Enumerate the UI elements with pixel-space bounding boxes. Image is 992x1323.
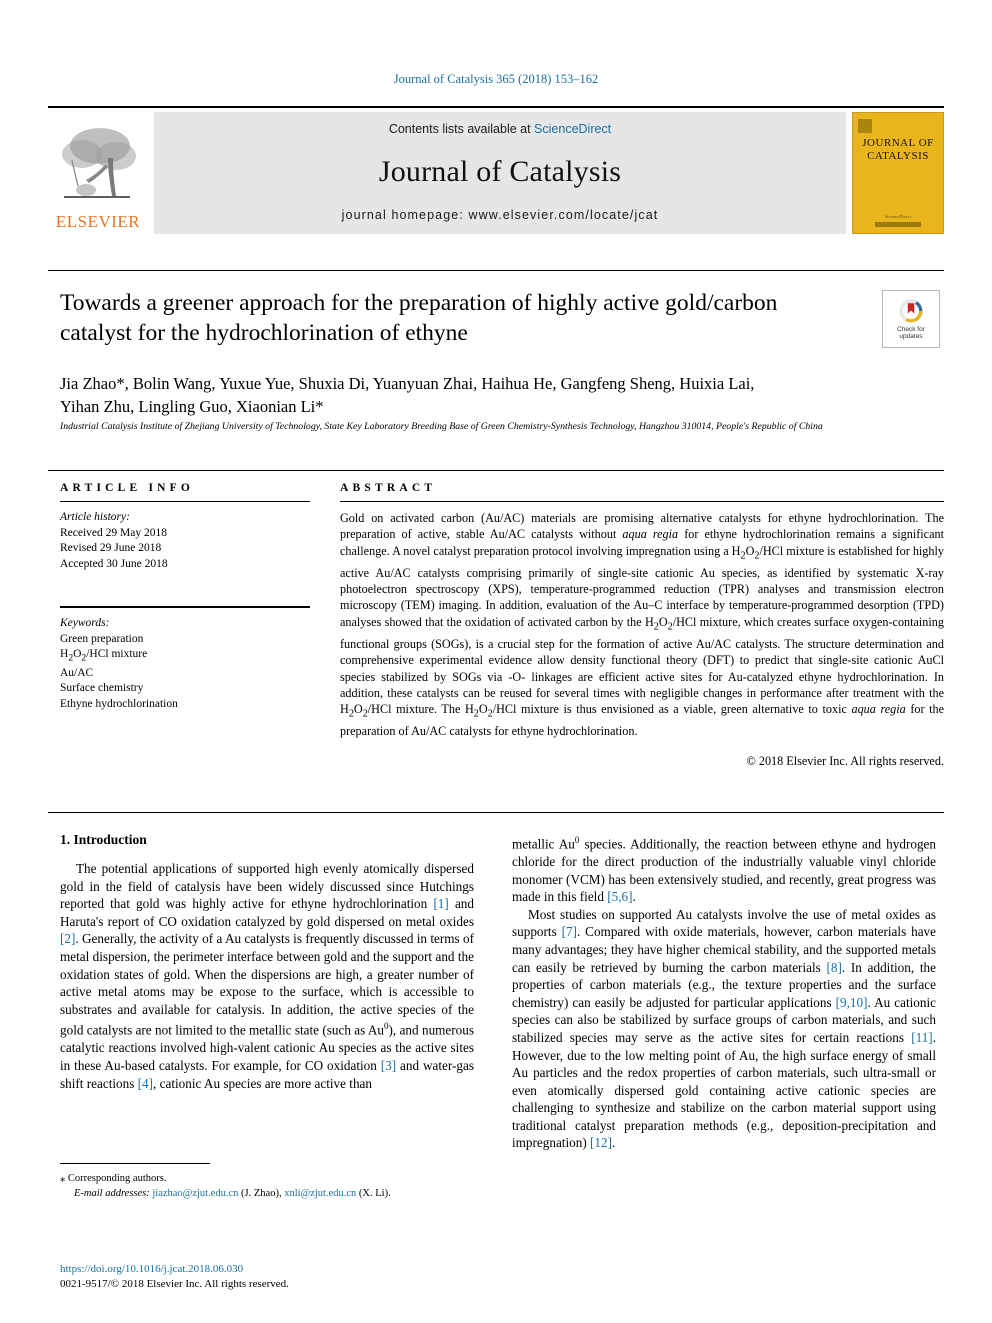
cover-title-line1: JOURNAL OF <box>862 137 934 149</box>
elsevier-wordmark: ELSEVIER <box>55 212 141 231</box>
citation-link[interactable]: [8] <box>827 960 842 975</box>
author-line-2-text: Yihan Zhu, Lingling Guo, Xiaonian Li* <box>60 397 324 416</box>
elsevier-logo: ELSEVIER <box>48 112 148 234</box>
article-history-accepted: Accepted 30 June 2018 <box>60 557 168 570</box>
citation-link[interactable]: [4] <box>138 1076 153 1091</box>
article-history-received: Received 29 May 2018 <box>60 526 167 539</box>
intro-paragraph-2: Most studies on supported Au catalysts i… <box>512 906 936 1151</box>
email-label: E-mail addresses: <box>74 1187 150 1199</box>
footnote-corresponding-authors: ⁎ Corresponding authors. E-mail addresse… <box>60 1172 474 1201</box>
footnote-divider <box>60 1163 210 1164</box>
citation-link[interactable]: [11] <box>911 1030 932 1045</box>
email-owner-2: (X. Li). <box>358 1187 391 1199</box>
keywords-label: Keywords: <box>60 617 110 629</box>
author-line-1-text: Jia Zhao*, Bolin Wang, Yuxue Yue, Shuxia… <box>60 374 755 393</box>
citation-link[interactable]: [5,6] <box>607 889 632 904</box>
article-info-rule <box>60 501 310 502</box>
crossmark-caption: Check for updates <box>897 326 925 341</box>
journal-band: Contents lists available at ScienceDirec… <box>154 112 846 234</box>
body-column-left: 1. Introduction The potential applicatio… <box>60 832 474 1092</box>
cover-title-line2: CATALYSIS <box>867 150 929 162</box>
cover-elsevier-mark-icon <box>858 119 872 133</box>
affiliation: Industrial Catalysis Institute of Zhejia… <box>60 421 823 432</box>
crossmark-badge[interactable]: Check for updates <box>882 290 940 348</box>
intro-paragraph-1-continued: metallic Au0 species. Additionally, the … <box>512 835 936 905</box>
doi-block: https://doi.org/10.1016/j.jcat.2018.06.0… <box>60 1262 480 1292</box>
journal-masthead: ELSEVIER Contents lists available at Sci… <box>48 106 944 234</box>
article-info-column: ARTICLE INFO Article history: Received 2… <box>60 482 310 712</box>
doi-link[interactable]: https://doi.org/10.1016/j.jcat.2018.06.0… <box>60 1262 480 1277</box>
body-column-right: metallic Au0 species. Additionally, the … <box>512 832 936 1152</box>
running-head: Journal of Catalysis 365 (2018) 153–162 <box>393 72 599 86</box>
footnote-line-2: E-mail addresses: jiazhao@zjut.edu.cn (J… <box>60 1187 474 1202</box>
citation-link[interactable]: [9,10] <box>836 995 868 1010</box>
keyword-item: Green preparation <box>60 632 144 645</box>
keyword-item: H2O2/HCl mixture <box>60 648 148 664</box>
page-title: Towards a greener approach for the prepa… <box>60 290 778 346</box>
cover-footer-bar <box>875 222 921 227</box>
article-history-revised: Revised 29 June 2018 <box>60 542 162 554</box>
email-link-1[interactable]: jiazhao@zjut.edu.cn <box>152 1188 238 1199</box>
issn-copyright-line: 0021-9517/© 2018 Elsevier Inc. All right… <box>60 1278 289 1290</box>
abstract-text: Gold on activated carbon (Au/AC) materia… <box>340 511 945 739</box>
citation-link[interactable]: [1] <box>433 896 448 911</box>
sciencedirect-link[interactable]: ScienceDirect <box>534 122 611 136</box>
citation-link[interactable]: [12] <box>590 1135 612 1150</box>
info-divider <box>48 470 944 471</box>
abstract-copyright: © 2018 Elsevier Inc. All rights reserved… <box>746 753 944 768</box>
email-owner-1: (J. Zhao), <box>241 1187 282 1199</box>
cover-footer-text: ScienceDirect <box>884 214 912 219</box>
keyword-item: Au/AC <box>60 666 94 679</box>
elsevier-tree-icon <box>56 120 140 212</box>
journal-cover-thumbnail: JOURNAL OF CATALYSIS ScienceDirect <box>852 112 944 234</box>
keyword-item: Ethyne hydrochlorination <box>60 697 178 710</box>
title-divider <box>48 270 944 271</box>
crossmark-caption-line1: Check for <box>897 325 925 333</box>
journal-title: Journal of Catalysis <box>378 155 622 188</box>
author-list: Jia Zhao*, Bolin Wang, Yuxue Yue, Shuxia… <box>60 372 860 418</box>
author-line-1: Jia Zhao*, Bolin Wang, Yuxue Yue, Shuxia… <box>60 372 860 395</box>
citation-link[interactable]: [3] <box>381 1058 396 1073</box>
cover-footer: ScienceDirect <box>853 214 943 227</box>
abstract-column: ABSTRACT Gold on activated carbon (Au/AC… <box>340 482 944 769</box>
contents-prefix: Contents lists available at <box>388 122 535 136</box>
journal-homepage-link[interactable]: journal homepage: www.elsevier.com/locat… <box>342 208 659 222</box>
contents-line: Contents lists available at ScienceDirec… <box>389 122 611 136</box>
crossmark-icon <box>899 299 923 322</box>
corresponding-text: Corresponding authors. <box>67 1173 167 1184</box>
intro-paragraph-1: The potential applications of supported … <box>60 861 474 1091</box>
author-line-2: Yihan Zhu, Lingling Guo, Xiaonian Li* <box>60 395 860 418</box>
abstract-heading: ABSTRACT <box>340 482 437 494</box>
email-link-2[interactable]: xnli@zjut.edu.cn <box>284 1188 356 1199</box>
abstract-rule <box>340 501 944 502</box>
footnote-line-1: ⁎ Corresponding authors. <box>60 1172 474 1187</box>
keywords-rule <box>60 606 310 608</box>
body-divider <box>48 812 944 813</box>
corresponding-marker: ⁎ <box>60 1173 66 1184</box>
article-info-heading: ARTICLE INFO <box>60 482 195 494</box>
keyword-item: Surface chemistry <box>60 682 144 695</box>
article-history-label: Article history: <box>60 511 130 523</box>
citation-link[interactable]: [2] <box>60 931 75 946</box>
crossmark-caption-line2: updates <box>899 333 923 340</box>
paper-page: Journal of Catalysis 365 (2018) 153–162 <box>0 0 992 1323</box>
cover-title: JOURNAL OF CATALYSIS <box>862 137 934 163</box>
section-heading-introduction: 1. Introduction <box>60 832 147 847</box>
citation-link[interactable]: [7] <box>562 924 577 939</box>
